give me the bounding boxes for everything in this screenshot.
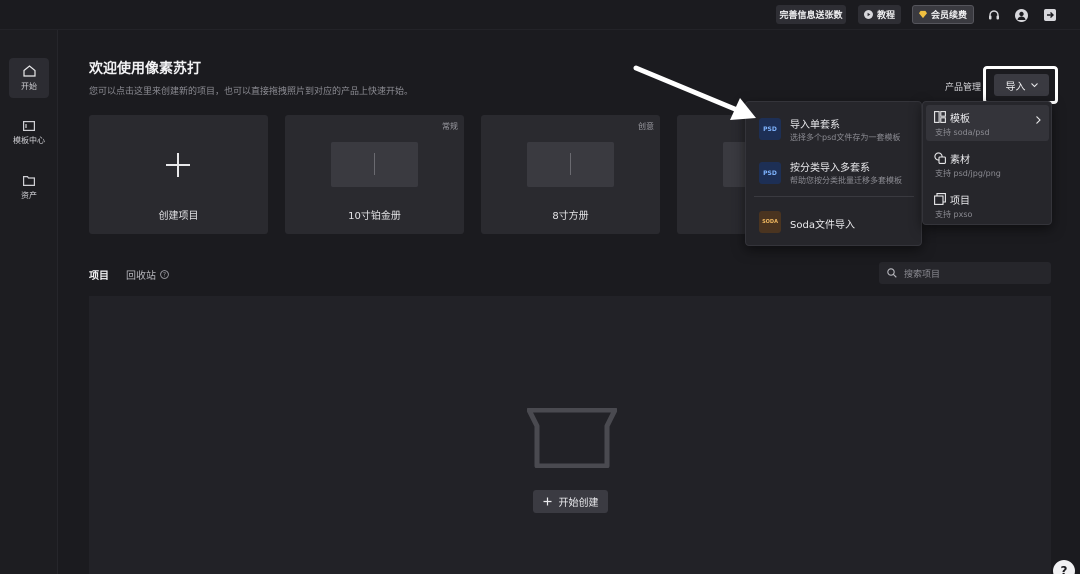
diamond-icon [919, 10, 927, 19]
menu-divider [754, 196, 914, 197]
project-list-empty: 开始创建 [89, 296, 1051, 574]
tab-projects[interactable]: 项目 [89, 267, 109, 282]
sidebar-item-label: 开始 [21, 81, 37, 91]
annotation-arrow [633, 65, 756, 120]
tutorial-button[interactable]: 教程 [858, 5, 901, 24]
search-placeholder: 搜索项目 [904, 269, 941, 280]
album-thumbnail [527, 142, 614, 187]
menu-item-desc: 选择多个psd文件存为一套模板 [790, 133, 901, 142]
menu-item-title: 素材 [950, 155, 970, 166]
menu-item-desc: 支持 soda/psd [935, 128, 990, 137]
import-submenu: PSD 导入单套系 选择多个psd文件存为一套模板 PSD 按分类导入多套系 帮… [745, 101, 922, 246]
top-bar: 完善信息送张数 教程 会员续费 [0, 0, 1080, 30]
headset-icon[interactable] [986, 7, 1002, 23]
chevron-right-icon [1036, 116, 1041, 124]
search-input[interactable]: 搜索项目 [879, 262, 1051, 284]
sidebar: 开始 模板中心 资产 [0, 30, 58, 574]
menu-item-title: 模板 [950, 114, 970, 125]
album-thumbnail [331, 142, 418, 187]
start-create-button[interactable]: 开始创建 [533, 490, 608, 513]
menu-item-title: 导入单套系 [790, 120, 840, 131]
menu-item-title: 按分类导入多套系 [790, 163, 870, 174]
import-material-item[interactable]: 素材 支持 psd/jpg/png [926, 146, 1049, 182]
card-tag: 常规 [442, 122, 458, 131]
plus-icon [543, 497, 551, 506]
product-manage-link[interactable]: 产品管理 [945, 80, 981, 93]
material-icon [934, 152, 946, 164]
folder-icon [23, 175, 35, 186]
start-create-label: 开始创建 [558, 498, 599, 509]
sidebar-item-assets[interactable]: 资产 [9, 168, 49, 208]
search-icon [887, 268, 897, 278]
user-icon[interactable] [1013, 7, 1029, 23]
play-icon [864, 10, 873, 19]
menu-item-desc: 支持 psd/jpg/png [935, 169, 1001, 178]
svg-text:?: ? [163, 272, 166, 279]
import-project-item[interactable]: 项目 支持 pxso [926, 187, 1049, 223]
menu-item-title: 项目 [950, 196, 970, 207]
highlight-box [983, 66, 1058, 104]
import-menu: 模板 支持 soda/psd 素材 支持 psd/jpg/png 项目 支持 p… [922, 101, 1052, 225]
tab-recycle[interactable]: 回收站 ? [126, 267, 169, 282]
psd-icon: PSD [759, 118, 781, 140]
sidebar-item-start[interactable]: 开始 [9, 58, 49, 98]
card-label: 创建项目 [158, 211, 199, 222]
page-subtitle: 您可以点击这里来创建新的项目，也可以直接拖拽照片到对应的产品上快速开始。 [89, 87, 414, 97]
menu-item-desc: 支持 pxso [935, 210, 973, 219]
renew-label: 会员续费 [930, 11, 967, 21]
import-multi-set-item[interactable]: PSD 按分类导入多套系 帮助您按分类批量迁移多套模板 [746, 154, 921, 188]
complete-info-button[interactable]: 完善信息送张数 [776, 5, 846, 24]
soda-import-item[interactable]: SODA Soda文件导入 [746, 206, 921, 238]
psd-folder-icon: PSD [759, 162, 781, 184]
card-label: 10寸铂金册 [348, 211, 401, 222]
sidebar-item-templates[interactable]: 模板中心 [9, 113, 49, 153]
menu-item-title: Soda文件导入 [790, 220, 855, 231]
page-title: 欢迎使用像素苏打 [89, 61, 201, 77]
tab-recycle-label: 回收站 [126, 271, 156, 282]
tutorial-label: 教程 [876, 11, 895, 21]
sidebar-item-label: 模板中心 [13, 135, 45, 145]
menu-item-desc: 帮助您按分类批量迁移多套模板 [790, 176, 902, 185]
empty-box-icon [527, 408, 617, 468]
complete-info-label: 完善信息送张数 [779, 11, 843, 21]
logout-icon[interactable] [1042, 7, 1058, 23]
home-icon [22, 64, 36, 77]
template-grid-icon [934, 111, 946, 123]
project-icon [934, 193, 946, 205]
product-card[interactable]: 常规 10寸铂金册 [285, 115, 464, 234]
sidebar-item-label: 资产 [21, 190, 37, 200]
renew-membership-button[interactable]: 会员续费 [912, 5, 974, 24]
import-template-item[interactable]: 模板 支持 soda/psd [926, 105, 1049, 141]
card-label: 8寸方册 [552, 211, 589, 222]
template-icon [23, 120, 35, 131]
import-single-set-item[interactable]: PSD 导入单套系 选择多个psd文件存为一套模板 [746, 110, 921, 144]
product-card[interactable] [677, 115, 767, 234]
help-circle-icon: ? [160, 270, 169, 279]
create-project-card[interactable]: 创建项目 [89, 115, 268, 234]
soda-icon: SODA [759, 211, 781, 233]
product-card[interactable]: 创意 8寸方册 [481, 115, 660, 234]
